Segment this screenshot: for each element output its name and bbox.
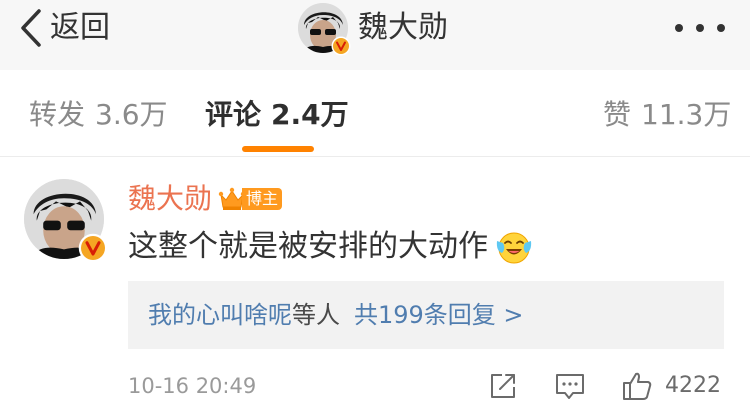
tab-repost-label: 转发 [29,98,86,131]
tab-comment[interactable]: 评论 2.4万 [205,90,349,140]
more-dot-icon [696,24,704,32]
comment-footer: 10-16 20:49 4222 [0,369,750,403]
like-count: 4222 [665,373,721,398]
share-icon [491,374,515,398]
tab-comment-count: 2.4万 [271,98,349,131]
nav-user-name[interactable]: 魏大勋 [358,3,448,53]
share-button[interactable] [488,369,518,403]
comment-text: 这整个就是被安排的大动作 [128,229,488,264]
reply-etc-text: 等人 [292,301,340,329]
like-button[interactable]: 4222 [621,369,721,403]
tab-like[interactable]: 赞 11.3万 [603,90,731,140]
reply-users-link[interactable]: 我的心叫啥呢 [148,301,292,329]
back-button[interactable]: 返回 [20,8,110,48]
reply-preview[interactable]: 我的心叫啥呢等人 共199条回复 > [128,281,724,349]
comment-timestamp: 10-16 20:49 [128,374,257,398]
tab-bar: 转发 3.6万 评论 2.4万 赞 11.3万 [0,70,750,157]
nav-user[interactable]: 魏大勋 [298,3,448,56]
comment-item: 魏大勋 博主 这整个就是被安排的大动作 我的心叫啥呢等人 共199条回复 > 1… [0,157,750,406]
reply-summary: 我的心叫啥呢等人 共199条回复 > [148,298,524,332]
more-button[interactable] [675,17,725,39]
more-dot-icon [717,24,725,32]
reply-total-link[interactable]: 共199条回复 > [354,301,524,329]
laughing-tears-emoji-icon [496,232,532,264]
comment-user-name[interactable]: 魏大勋 [128,179,212,219]
tab-like-count: 11.3万 [641,98,732,131]
tab-repost[interactable]: 转发 3.6万 [29,90,168,140]
avatar[interactable] [298,3,351,56]
back-label: 返回 [50,10,110,45]
active-tab-indicator [242,146,314,152]
chevron-left-icon [21,9,41,47]
comment-detail-page: 返回 魏大勋 转发 3.6万 评论 2.4万 赞 11.3万 魏大勋 博主 这整… [0,0,750,406]
comment-body: 这整个就是被安排的大动作 [128,225,534,269]
nav-bar: 返回 魏大勋 [0,0,750,70]
blogger-label: 博主 [242,188,283,210]
comment-bubble-icon [556,374,584,399]
verified-badge-icon [331,36,351,56]
thumbs-up-icon [623,372,652,400]
tab-repost-count: 3.6万 [95,98,168,131]
comment-avatar[interactable] [24,179,108,263]
more-dot-icon [675,24,683,32]
comment-header: 魏大勋 博主 [128,179,283,219]
tab-like-label: 赞 [603,98,632,131]
verified-badge-icon [78,233,108,263]
tab-comment-label: 评论 [205,98,262,131]
blogger-badge: 博主 [218,184,283,214]
comment-button[interactable] [554,369,586,403]
